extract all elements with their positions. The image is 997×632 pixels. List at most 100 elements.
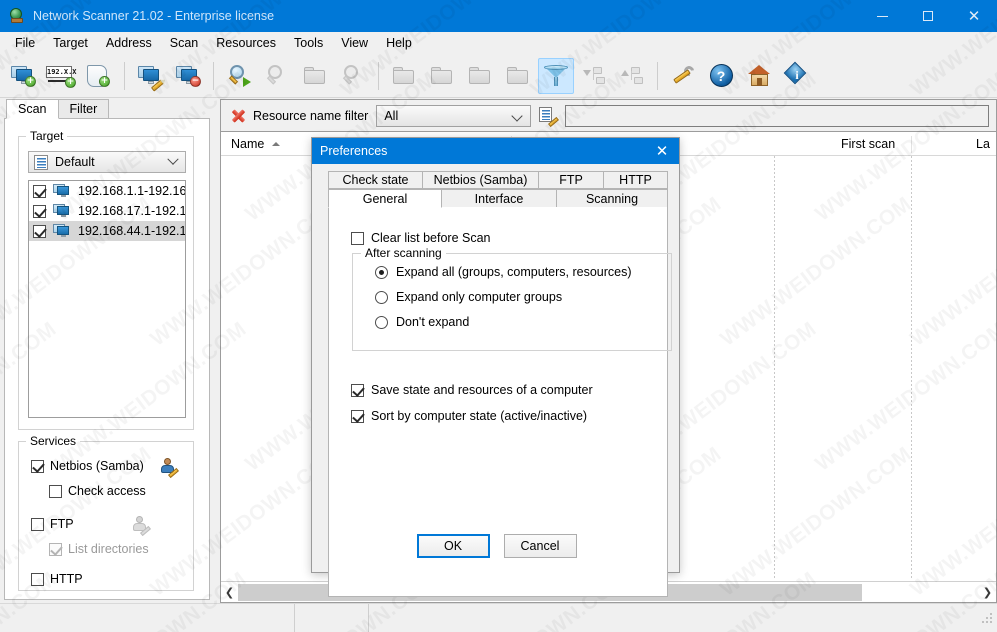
add-list-button[interactable]: + — [81, 58, 117, 94]
left-panel-tabs: Scan Filter — [6, 99, 110, 119]
tab-netbios-samba[interactable]: Netbios (Samba) — [422, 171, 539, 189]
service-ftp[interactable]: FTP — [31, 516, 151, 537]
folder-edit-icon — [431, 66, 453, 85]
save-state-label: Save state and resources of a computer — [371, 383, 593, 397]
target-checkbox[interactable] — [33, 204, 46, 218]
menu-item-file[interactable]: File — [6, 33, 44, 53]
preferences-button[interactable] — [665, 58, 701, 94]
ftp-checkbox[interactable] — [31, 517, 44, 531]
services-group-title: Services — [26, 434, 81, 448]
tab-interface[interactable]: Interface — [441, 189, 557, 208]
menu-item-view[interactable]: View — [332, 33, 377, 53]
sort-by-state-option[interactable]: Sort by computer state (active/inactive) — [351, 409, 587, 423]
sort-asc-icon — [272, 142, 281, 146]
radio-expand-groups[interactable]: Expand only computer groups — [375, 290, 562, 304]
tree-collapse-icon — [582, 66, 606, 86]
tab-http[interactable]: HTTP — [603, 171, 668, 189]
edit-filter-icon[interactable] — [539, 107, 560, 128]
start-scan-button[interactable] — [221, 58, 257, 94]
preferences-title: Preferences — [320, 144, 388, 158]
close-button[interactable]: ✕ — [951, 0, 997, 32]
tab-general[interactable]: General — [328, 189, 442, 208]
save-state-checkbox[interactable] — [351, 383, 364, 397]
add-computer-button[interactable]: + — [5, 58, 41, 94]
target-checkbox[interactable] — [33, 184, 46, 198]
target-range-label: 192.168.1.1-192.168... — [78, 184, 186, 198]
column-divider[interactable] — [911, 136, 912, 153]
save-state-option[interactable]: Save state and resources of a computer — [351, 383, 593, 397]
add-ip-range-button[interactable]: 192.X.X + — [43, 58, 79, 94]
delete-computer-button[interactable]: − — [170, 58, 206, 94]
service-check-access[interactable]: Check access — [49, 484, 146, 498]
red-x-icon[interactable] — [231, 109, 245, 123]
netbios-checkbox[interactable] — [31, 459, 44, 473]
menu-item-address[interactable]: Address — [97, 33, 161, 53]
expand-groups-radio[interactable] — [375, 290, 388, 304]
help-button[interactable]: ? — [703, 58, 739, 94]
service-http[interactable]: HTTP — [31, 572, 83, 586]
resize-grip-icon[interactable] — [981, 612, 993, 624]
user-edit-icon[interactable] — [160, 458, 179, 479]
tab-ftp[interactable]: FTP — [538, 171, 604, 189]
menu-item-scan[interactable]: Scan — [161, 33, 208, 53]
clear-list-option[interactable]: Clear list before Scan — [351, 231, 491, 245]
http-checkbox[interactable] — [31, 572, 44, 586]
column-first-scan[interactable]: First scan — [841, 133, 895, 155]
tab-scanning[interactable]: Scanning — [556, 189, 668, 208]
list-directories-checkbox — [49, 542, 62, 556]
dont-expand-radio[interactable] — [375, 315, 388, 329]
list-item[interactable]: 192.168.44.1-192.16... — [29, 221, 185, 241]
toolbar-separator — [657, 61, 658, 90]
menu-item-target[interactable]: Target — [44, 33, 97, 53]
after-scanning-group: After scanning Expand all (groups, compu… — [352, 246, 672, 351]
tab-scan[interactable]: Scan — [6, 99, 59, 119]
scroll-left-button[interactable]: ❮ — [221, 583, 238, 602]
scroll-right-button[interactable]: ❯ — [979, 583, 996, 602]
menu-item-tools[interactable]: Tools — [285, 33, 332, 53]
minimize-button[interactable] — [859, 0, 905, 32]
resource-filter-select[interactable]: All — [376, 104, 532, 127]
column-last-scan[interactable]: La — [976, 133, 990, 155]
sort-by-state-checkbox[interactable] — [351, 409, 364, 423]
after-scanning-title: After scanning — [361, 246, 446, 260]
target-list[interactable]: 192.168.1.1-192.168... 192.168.17.1-192.… — [28, 180, 186, 418]
tab-check-state[interactable]: Check state — [328, 171, 423, 189]
filter-button[interactable] — [538, 57, 574, 94]
column-guide — [911, 156, 912, 580]
tab-filter[interactable]: Filter — [57, 99, 110, 119]
status-bar — [0, 603, 997, 632]
check-access-checkbox[interactable] — [49, 484, 62, 498]
expand-all-radio[interactable] — [375, 265, 388, 279]
window-title-bar: Network Scanner 21.02 - Enterprise licen… — [0, 0, 997, 32]
radio-expand-all[interactable]: Expand all (groups, computers, resources… — [375, 265, 632, 279]
service-netbios[interactable]: Netbios (Samba) — [31, 458, 179, 479]
column-name[interactable]: Name — [231, 133, 281, 155]
clear-list-checkbox[interactable] — [351, 231, 364, 245]
stop-scan-button — [335, 58, 371, 94]
ok-button[interactable]: OK — [416, 534, 490, 558]
about-button[interactable]: i — [779, 58, 815, 94]
folder-remove-icon — [469, 66, 491, 85]
target-checkbox[interactable] — [33, 224, 46, 238]
resource-filter-input[interactable] — [565, 104, 990, 127]
services-group: Services Netbios (Samba) Check access FT… — [18, 434, 194, 591]
scroll-track[interactable] — [862, 584, 979, 601]
radio-dont-expand[interactable]: Don't expand — [375, 315, 469, 329]
folder-refresh-icon — [304, 66, 326, 85]
wrench-icon — [671, 63, 696, 87]
cancel-button[interactable]: Cancel — [503, 534, 577, 558]
edit-computer-button[interactable] — [132, 58, 168, 94]
preferences-close-button[interactable]: ✕ — [645, 138, 679, 164]
menu-item-help[interactable]: Help — [377, 33, 421, 53]
list-item[interactable]: 192.168.17.1-192.16... — [29, 201, 185, 221]
list-item[interactable]: 192.168.1.1-192.168... — [29, 181, 185, 201]
info-diamond-icon: i — [783, 61, 809, 87]
maximize-button[interactable] — [905, 0, 951, 32]
menu-item-resources[interactable]: Resources — [207, 33, 285, 53]
home-button[interactable] — [741, 58, 777, 94]
expand-all-label: Expand all (groups, computers, resources… — [396, 265, 632, 279]
target-profile-select[interactable]: Default — [28, 151, 186, 173]
chevron-down-icon — [511, 109, 523, 122]
check-access-label: Check access — [68, 484, 146, 498]
status-cell-3 — [369, 604, 981, 632]
